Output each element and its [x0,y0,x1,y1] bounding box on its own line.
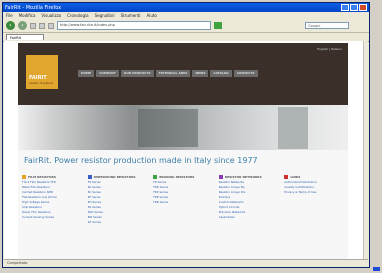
logo-name: FAIRIT [29,75,47,81]
status-bar: Completato [4,259,368,266]
menu-file[interactable]: File [6,13,13,18]
square-icon [218,175,223,179]
column-links: LINKS Authorized Distributors Quality Ce… [284,174,344,225]
hero-banner [18,105,348,150]
nav-technical-area[interactable]: TECHNICAL AREA [155,70,191,77]
nav-contacts[interactable]: CONTACTS [233,70,258,77]
stop-icon[interactable] [39,22,45,29]
site-header: English | Italiano FAIRIT resistori di p… [18,43,348,105]
search-input[interactable]: Google [305,22,349,29]
column-title: BRAKING RESISTORS [159,175,195,179]
column-link[interactable]: RX Series [88,220,148,225]
title-bar: FairRit - Mozilla Firefox [3,3,369,12]
menu-help[interactable]: Aiuto [146,13,156,18]
product-columns: FILM RESISTORS Thick Film Resistors TFR … [22,174,344,225]
column-title: LINKS [290,175,301,179]
window-title: FairRit - Mozilla Firefox [5,4,62,11]
menu-bar: File Modifica Visualizza Cronologia Segn… [3,12,369,19]
column-title: FILM RESISTORS [28,175,56,179]
maximize-button[interactable] [350,4,358,11]
column-resistor-networks: RESISTOR NETWORKS Resistor Networks Resi… [218,174,279,225]
nav-catalog[interactable]: CATALOG [210,70,232,77]
menu-edit[interactable]: Modifica [19,13,36,18]
home-icon[interactable] [48,22,54,29]
back-arrow-icon[interactable]: ‹ [6,21,15,30]
address-bar[interactable]: http://www.fair-rite.it/index.php [57,21,211,30]
column-film-resistors: FILM RESISTORS Thick Film Resistors TFR … [22,174,82,225]
reload-icon[interactable] [30,22,36,29]
browser-window: FairRit - Mozilla Firefox File Modifica … [2,2,370,268]
square-icon [22,175,26,179]
forward-arrow-icon[interactable]: › [18,21,27,30]
menu-history[interactable]: Cronologia [67,13,88,18]
site-logo[interactable]: FAIRIT resistori di potenza [26,55,58,89]
column-title: WIREWOUND RESISTORS [93,175,136,179]
logo-subtitle: resistori di potenza [29,82,53,85]
column-link[interactable]: Current Sensing Series [22,215,82,220]
page-tagline: FairRit. Power resistor production made … [24,156,258,165]
column-braking-resistors: BRAKING RESISTORS FR Series FRD Series F… [153,174,213,225]
close-button[interactable] [359,4,367,11]
minimize-button[interactable] [341,4,349,11]
column-link[interactable]: Privacy & Terms of Use [284,190,344,195]
tab-fairrit[interactable]: FairRit [6,34,44,40]
site-nav: HOME COMPANY OUR PRODUCTS TECHNICAL AREA… [78,70,258,77]
column-link[interactable]: FRN Series [153,200,213,205]
hero-image-detail [138,109,198,147]
menu-view[interactable]: Visualizza [41,13,61,18]
go-icon[interactable] [214,22,222,29]
column-title: RESISTOR NETWORKS [224,175,262,179]
nav-products[interactable]: OUR PRODUCTS [120,70,154,77]
nav-home[interactable]: HOME [78,70,95,77]
square-icon [284,175,289,179]
menu-bookmarks[interactable]: Segnalibri [95,13,115,18]
menu-tools[interactable]: Strumenti [121,13,141,18]
taskbar-corner [373,267,380,271]
column-link[interactable]: Assemblies [219,215,279,220]
web-page: English | Italiano FAIRIT resistori di p… [18,43,348,260]
vertical-scrollbar[interactable] [363,41,368,260]
square-icon [87,175,92,179]
nav-news[interactable]: NEWS [192,70,209,77]
language-links[interactable]: English | Italiano [317,47,342,51]
nav-company[interactable]: COMPANY [96,70,119,77]
hero-image-detail [278,107,308,149]
column-wirewound-resistors: WIREWOUND RESISTORS FR Series RA Series … [87,174,148,225]
page-viewport: English | Italiano FAIRIT resistori di p… [4,41,368,260]
square-icon [153,175,158,179]
